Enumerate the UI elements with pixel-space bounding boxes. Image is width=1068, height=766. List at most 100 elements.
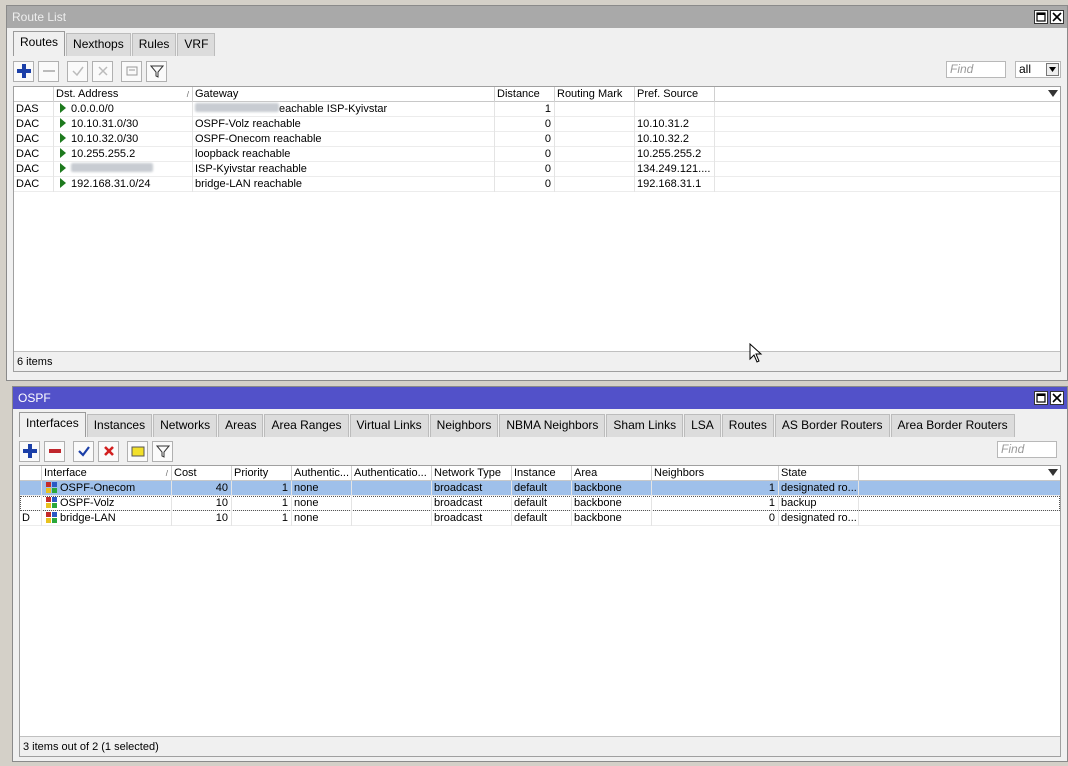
column-header-flags xyxy=(14,87,54,102)
chevron-down-icon[interactable] xyxy=(1048,90,1058,97)
tab-routes[interactable]: Routes xyxy=(13,31,66,56)
cell-distance: 0 xyxy=(495,117,555,132)
table-row[interactable]: DAS 0.0.0.0/0 eachable ISP-Kyivstar 1 xyxy=(14,102,1060,117)
table-row[interactable]: OSPF-Volz 10 1 none broadcast default backbone… xyxy=(20,496,1060,511)
column-header-routing-mark[interactable]: Routing Mark xyxy=(555,87,635,102)
cell-area: backbone xyxy=(572,496,652,511)
route-list-titlebar[interactable]: Route List xyxy=(7,6,1067,28)
sort-icon: / xyxy=(165,469,168,478)
cell-mark xyxy=(555,102,635,117)
tab-neighbors[interactable]: Neighbors xyxy=(429,414,499,437)
filter-icon xyxy=(155,445,170,458)
tab-routes[interactable]: Routes xyxy=(721,414,774,437)
cell-priority: 1 xyxy=(232,511,292,526)
column-header-instance[interactable]: Instance xyxy=(512,466,572,481)
enable-button[interactable] xyxy=(73,440,94,462)
filter-select[interactable]: all xyxy=(1015,61,1061,78)
column-header-neighbors[interactable]: Neighbors xyxy=(652,466,779,481)
redacted-address xyxy=(71,163,153,172)
column-header-pref-source[interactable]: Pref. Source xyxy=(635,87,715,102)
cell-priority: 1 xyxy=(232,496,292,511)
chevron-down-icon[interactable] xyxy=(1048,469,1058,476)
interface-icon xyxy=(46,512,57,523)
tab-virtual-links[interactable]: Virtual Links xyxy=(349,414,429,437)
column-header-distance[interactable]: Distance xyxy=(495,87,555,102)
ospf-titlebar[interactable]: OSPF xyxy=(13,387,1067,409)
remove-button[interactable] xyxy=(44,440,65,462)
comment-icon xyxy=(126,66,137,76)
table-row[interactable]: DAC ISP-Kyivstar reachable 0 134.249.121...… xyxy=(14,162,1060,177)
cell-net: broadcast xyxy=(432,511,512,526)
cell-distance: 0 xyxy=(495,177,555,192)
cell-neighbors: 0 xyxy=(652,511,779,526)
remove-button[interactable] xyxy=(38,60,59,82)
cell-dst: 10.255.255.2 xyxy=(54,147,193,162)
tab-networks[interactable]: Networks xyxy=(153,414,218,437)
tab-interfaces[interactable]: Interfaces xyxy=(19,412,86,437)
tab-areas[interactable]: Areas xyxy=(218,414,264,437)
column-header-authentication-key[interactable]: Authenticatio... xyxy=(352,466,432,481)
disable-button[interactable] xyxy=(98,440,119,462)
table-row[interactable]: Dbridge-LAN 10 1 none broadcast default backbo… xyxy=(20,511,1060,526)
close-icon[interactable] xyxy=(1050,10,1064,24)
find-input[interactable]: Find xyxy=(946,61,1006,78)
cell-net: broadcast xyxy=(432,481,512,496)
tab-nbma-neighbors[interactable]: NBMA Neighbors xyxy=(499,414,606,437)
cell-state: designated ro... xyxy=(779,481,859,496)
tab-vrf[interactable]: VRF xyxy=(177,33,216,56)
comment-button[interactable] xyxy=(121,60,142,82)
play-arrow-icon xyxy=(60,148,66,158)
maximize-icon[interactable] xyxy=(1034,10,1048,24)
plus-icon xyxy=(22,444,37,458)
column-header-priority[interactable]: Priority xyxy=(232,466,292,481)
comment-button[interactable] xyxy=(127,440,148,462)
cell-iface: OSPF-Onecom xyxy=(42,481,172,496)
column-header-gateway[interactable]: Gateway xyxy=(193,87,495,102)
column-header-state[interactable]: State xyxy=(779,466,859,481)
dst-address-text: 10.255.255.2 xyxy=(71,148,136,160)
column-label: Interface xyxy=(44,467,87,479)
cell-flags: DAC xyxy=(14,162,54,177)
cell-authkey xyxy=(352,496,432,511)
column-header-dst[interactable]: Dst. Address / xyxy=(54,87,193,102)
table-row[interactable]: DAC 10.10.32.0/30 OSPF-Onecom reachable 0 10… xyxy=(14,132,1060,147)
tab-area-ranges[interactable]: Area Ranges xyxy=(264,414,349,437)
dst-address-text: 0.0.0.0/0 xyxy=(71,103,114,115)
cell-distance: 0 xyxy=(495,162,555,177)
column-header-authentication[interactable]: Authentic... xyxy=(292,466,352,481)
tab-instances[interactable]: Instances xyxy=(86,414,153,437)
redacted-address xyxy=(195,103,279,112)
tab-lsa[interactable]: LSA xyxy=(684,414,721,437)
cell-distance: 0 xyxy=(495,147,555,162)
maximize-icon[interactable] xyxy=(1034,391,1048,405)
add-button[interactable] xyxy=(19,440,40,462)
table-row[interactable]: OSPF-Onecom 40 1 none broadcast default backbo… xyxy=(20,481,1060,496)
cell-authkey xyxy=(352,511,432,526)
cell-flags: DAC xyxy=(14,147,54,162)
tab-sham-links[interactable]: Sham Links xyxy=(606,414,684,437)
disable-button[interactable] xyxy=(92,60,113,82)
tab-as-border-routers[interactable]: AS Border Routers xyxy=(774,414,890,437)
interface-icon xyxy=(46,482,57,493)
chevron-down-icon[interactable] xyxy=(1046,63,1059,76)
filter-button[interactable] xyxy=(152,440,173,462)
enable-button[interactable] xyxy=(67,60,88,82)
tab-area-border-routers[interactable]: Area Border Routers xyxy=(890,414,1015,437)
tab-nexthops[interactable]: Nexthops xyxy=(66,33,131,56)
column-header-interface[interactable]: Interface / xyxy=(42,466,172,481)
column-header-cost[interactable]: Cost xyxy=(172,466,232,481)
filter-button[interactable] xyxy=(146,60,167,82)
tab-rules[interactable]: Rules xyxy=(131,33,177,56)
cell-dst: 192.168.31.0/24 xyxy=(54,177,193,192)
column-header-area[interactable]: Area xyxy=(572,466,652,481)
table-row[interactable]: DAC 10.255.255.2 loopback reachable 0 10.255… xyxy=(14,147,1060,162)
table-row[interactable]: DAC 192.168.31.0/24 bridge-LAN reachable 0 1… xyxy=(14,177,1060,192)
cell-area: backbone xyxy=(572,481,652,496)
add-button[interactable] xyxy=(13,60,34,82)
close-icon[interactable] xyxy=(1050,391,1064,405)
find-input[interactable]: Find xyxy=(997,441,1057,458)
column-header-network-type[interactable]: Network Type xyxy=(432,466,512,481)
table-row[interactable]: DAC 10.10.31.0/30 OSPF-Volz reachable 0 10.1… xyxy=(14,117,1060,132)
play-arrow-icon xyxy=(60,163,66,173)
filter-select-value: all xyxy=(1019,62,1032,76)
